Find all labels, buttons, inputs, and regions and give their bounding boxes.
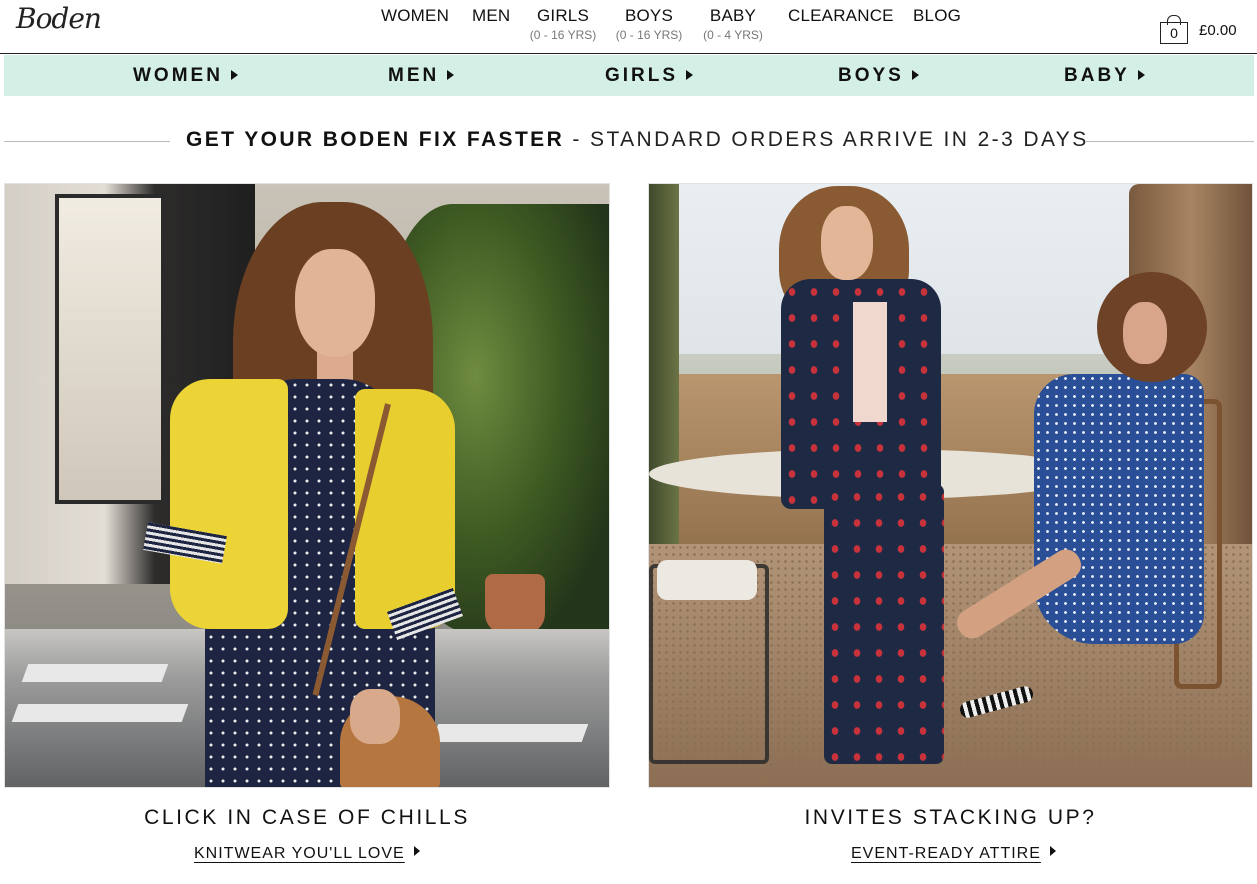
shopping-bag-icon[interactable]: 0 bbox=[1159, 14, 1189, 44]
category-girls[interactable]: GIRLS bbox=[605, 55, 694, 96]
top-nav: WOMEN MEN GIRLS (0 - 16 YRS) BOYS (0 - 1… bbox=[0, 0, 1257, 54]
hero-knitwear[interactable] bbox=[4, 183, 610, 788]
promo-detail: - STANDARD ORDERS ARRIVE IN 2-3 DAYS bbox=[572, 128, 1089, 151]
top-nav-clearance[interactable]: CLEARANCE bbox=[788, 7, 894, 25]
promo-rule-left bbox=[4, 141, 170, 142]
hero-event-wear-title: INVITES STACKING UP? bbox=[804, 806, 1097, 829]
category-men[interactable]: MEN bbox=[388, 55, 455, 96]
top-nav-girls-label: GIRLS bbox=[536, 6, 590, 25]
top-nav-girls-age: (0 - 16 YRS) bbox=[529, 28, 597, 42]
hero-knitwear-title: CLICK IN CASE OF CHILLS bbox=[144, 806, 470, 829]
top-nav-baby-label: BABY bbox=[709, 6, 757, 25]
photo-road-marking bbox=[21, 664, 169, 682]
top-nav-boys[interactable]: BOYS (0 - 16 YRS) bbox=[615, 6, 683, 43]
delivery-promo: GET YOUR BODEN FIX FASTER - STANDARD ORD… bbox=[0, 126, 1257, 156]
chevron-right-icon bbox=[447, 70, 455, 80]
photo-blue-dress bbox=[1034, 374, 1204, 644]
category-baby-label: BABY bbox=[1064, 65, 1130, 86]
photo-cushion bbox=[657, 560, 757, 600]
photo-tree bbox=[649, 184, 679, 604]
promo-rule-right bbox=[1086, 141, 1254, 142]
photo-model-face bbox=[1123, 302, 1167, 364]
hero-event-wear[interactable] bbox=[648, 183, 1253, 788]
top-nav-men-label: MEN bbox=[472, 6, 511, 25]
bag-item-count: 0 bbox=[1170, 25, 1178, 41]
top-nav-clearance-label: CLEARANCE bbox=[788, 6, 894, 25]
category-men-label: MEN bbox=[388, 65, 440, 86]
chevron-right-icon bbox=[686, 70, 694, 80]
knitwear-link[interactable]: KNITWEAR YOU'LL LOVE bbox=[194, 845, 420, 863]
photo-pot bbox=[485, 574, 545, 634]
promo-text: GET YOUR BODEN FIX FASTER - STANDARD ORD… bbox=[186, 128, 1089, 152]
hero-event-wear-caption: INVITES STACKING UP? bbox=[648, 806, 1253, 830]
promo-headline: GET YOUR BODEN FIX FASTER bbox=[186, 128, 565, 151]
category-women-label: WOMEN bbox=[133, 65, 223, 86]
top-nav-boys-label: BOYS bbox=[624, 6, 674, 25]
top-nav-blog[interactable]: BLOG bbox=[913, 7, 961, 25]
top-nav-boys-age: (0 - 16 YRS) bbox=[615, 28, 683, 42]
top-nav-women-label: WOMEN bbox=[381, 6, 450, 25]
knitwear-link-label: KNITWEAR YOU'LL LOVE bbox=[194, 845, 405, 862]
photo-blush-top bbox=[853, 302, 887, 422]
photo-road-marking bbox=[431, 724, 589, 742]
category-boys-label: BOYS bbox=[838, 65, 904, 86]
chevron-right-icon bbox=[911, 70, 919, 80]
chevron-right-icon bbox=[230, 70, 238, 80]
photo-road-marking bbox=[11, 704, 189, 722]
chevron-right-icon bbox=[1049, 846, 1056, 856]
photo-yellow-cardigan bbox=[170, 379, 288, 629]
category-boys[interactable]: BOYS bbox=[838, 55, 919, 96]
photo-model-face bbox=[821, 206, 873, 280]
top-nav-baby-age: (0 - 4 YRS) bbox=[703, 28, 763, 42]
category-bar: WOMEN MEN GIRLS BOYS BABY bbox=[4, 55, 1254, 96]
photo-model-hand bbox=[350, 689, 400, 744]
chevron-right-icon bbox=[413, 846, 420, 856]
category-girls-label: GIRLS bbox=[605, 65, 679, 86]
category-women[interactable]: WOMEN bbox=[133, 55, 238, 96]
chevron-right-icon bbox=[1137, 70, 1145, 80]
event-ready-link-label: EVENT-READY ATTIRE bbox=[851, 845, 1041, 862]
event-ready-link[interactable]: EVENT-READY ATTIRE bbox=[851, 845, 1056, 863]
category-baby[interactable]: BABY bbox=[1064, 55, 1145, 96]
site-header: Boden WOMEN MEN GIRLS (0 - 16 YRS) BOYS … bbox=[0, 0, 1257, 54]
top-nav-women[interactable]: WOMEN bbox=[381, 7, 449, 25]
photo-model-face bbox=[295, 249, 375, 357]
photo-window bbox=[55, 194, 165, 504]
top-nav-girls[interactable]: GIRLS (0 - 16 YRS) bbox=[529, 6, 597, 43]
hero-knitwear-caption: CLICK IN CASE OF CHILLS bbox=[4, 806, 610, 830]
photo-floral-trousers bbox=[824, 484, 944, 764]
bag-total[interactable]: £0.00 bbox=[1199, 22, 1237, 39]
top-nav-men[interactable]: MEN bbox=[472, 7, 510, 25]
top-nav-baby[interactable]: BABY (0 - 4 YRS) bbox=[701, 6, 765, 43]
top-nav-blog-label: BLOG bbox=[913, 6, 962, 25]
